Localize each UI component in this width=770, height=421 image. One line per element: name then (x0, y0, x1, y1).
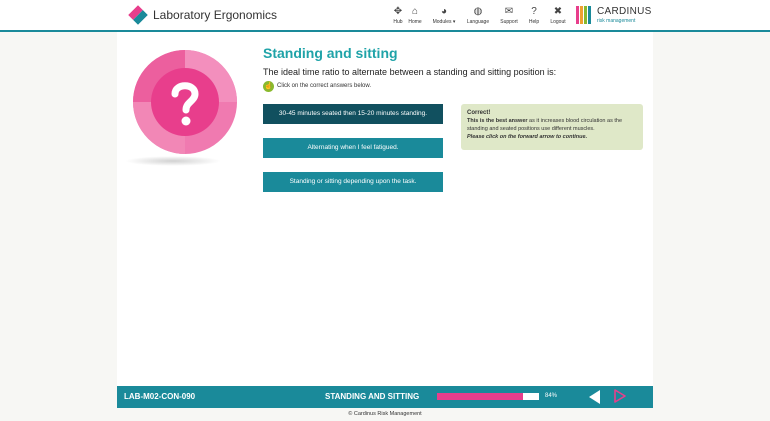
nav-logout[interactable]: ✖ Logout (540, 6, 576, 25)
app-title: Laboratory Ergonomics (153, 8, 278, 22)
hand-pointer-icon: ☝ (263, 81, 274, 92)
answer-option-2[interactable]: Alternating when I feel fatigued. (263, 138, 443, 158)
feedback-line-3: Please click on the forward arrow to con… (467, 134, 588, 140)
nav-modules[interactable]: ◕ Modules ▾ (426, 6, 462, 25)
app-logo-icon (128, 5, 148, 25)
brand-logo: CARDINUS risk management (576, 6, 656, 26)
content-panel: Standing and sitting The ideal time rati… (117, 32, 653, 386)
answer-option-1[interactable]: 30-45 minutes seated then 15-20 minutes … (263, 104, 443, 124)
brand-bars-icon (576, 6, 594, 24)
feedback-title: Correct! (467, 110, 491, 116)
question-illustration (133, 50, 237, 154)
feedback-line-2: standing and seated positions use differ… (467, 126, 595, 132)
question-title: Standing and sitting (263, 45, 398, 61)
brand-subtitle: risk management (597, 18, 636, 24)
answer-option-3[interactable]: Standing or sitting depending upon the t… (263, 172, 443, 192)
nav-logout-label: Logout (550, 19, 566, 25)
footer-bar: LAB-M02-CON-090 STANDING AND SITTING 84% (117, 386, 653, 408)
instruction-text: Click on the correct answers below. (277, 83, 372, 89)
nav-modules-label: Modules ▾ (432, 19, 456, 25)
feedback-line-1-rest: as it increases blood circulation as the (527, 118, 622, 124)
illustration-shadow (125, 156, 221, 166)
copyright: © Cardinus Risk Management (348, 411, 422, 417)
feedback-box: Correct! This is the best answer as it i… (461, 104, 643, 150)
feedback-line-1-bold: This is the best answer (467, 118, 528, 124)
back-arrow-icon[interactable] (589, 390, 600, 404)
feedback-line-1: This is the best answer as it increases … (467, 118, 622, 124)
progress-fill (437, 393, 523, 400)
section-title: STANDING AND SITTING (325, 392, 420, 401)
modules-icon: ◕ (440, 6, 448, 17)
screen-code: LAB-M02-CON-090 (124, 392, 196, 401)
close-icon: ✖ (553, 6, 563, 17)
forward-arrow-icon[interactable] (614, 389, 626, 403)
question-mark-icon (133, 50, 237, 154)
brand-name: CARDINUS (597, 6, 652, 17)
question-text: The ideal time ratio to alternate betwee… (263, 67, 557, 77)
progress-percent: 84% (545, 393, 558, 399)
progress-bar (437, 393, 539, 400)
top-header: Laboratory Ergonomics ✥ Hub ⌂ Home ◕ Mod… (0, 0, 770, 32)
